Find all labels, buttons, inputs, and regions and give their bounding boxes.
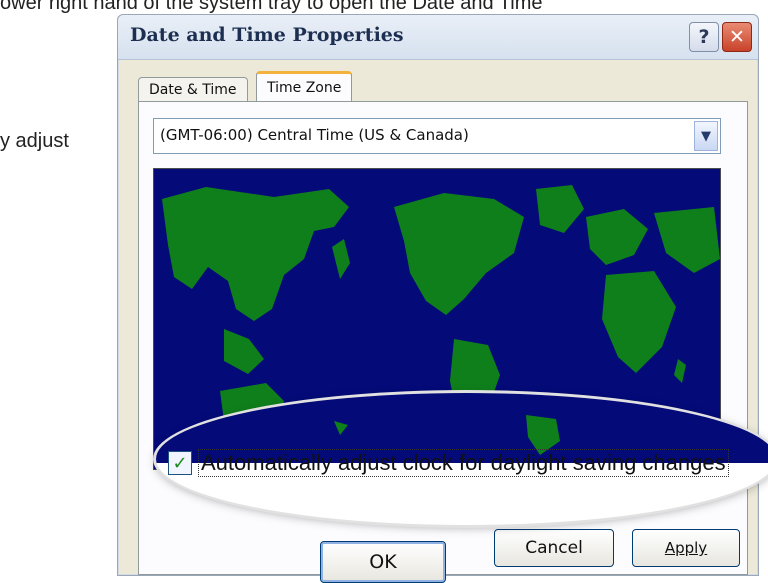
- help-button[interactable]: ?: [689, 22, 719, 52]
- land-madagascar: [674, 359, 686, 383]
- apply-button[interactable]: Apply: [632, 529, 740, 567]
- apply-label: Apply: [664, 539, 708, 557]
- magnifier-callout: ✓ Automatically adjust clock for dayligh…: [156, 393, 768, 525]
- daylight-saving-row[interactable]: ✓ Automatically adjust clock for dayligh…: [168, 449, 729, 477]
- time-zone-dropdown[interactable]: (GMT-06:00) Central Time (US & Canada) ▼: [153, 118, 721, 154]
- title-bar[interactable]: Date and Time Properties ? ✕: [118, 15, 758, 60]
- tab-date-time[interactable]: Date & Time: [138, 77, 248, 102]
- help-icon: ?: [698, 26, 710, 48]
- daylight-saving-checkbox[interactable]: ✓: [168, 451, 192, 475]
- ok-button[interactable]: OK: [320, 541, 446, 583]
- daylight-saving-label: Automatically adjust clock for daylight …: [198, 449, 729, 477]
- land-north-america: [394, 193, 524, 315]
- tab-time-zone[interactable]: Time Zone: [256, 71, 353, 104]
- date-time-properties-dialog: Date and Time Properties ? ✕ Date & Time…: [117, 14, 768, 583]
- land-africa: [602, 271, 676, 373]
- land-asia: [162, 187, 349, 321]
- document-text-top: ower right hand of the system tray to op…: [0, 0, 543, 14]
- dialog-title: Date and Time Properties: [130, 24, 404, 46]
- time-zone-value: (GMT-06:00) Central Time (US & Canada): [160, 126, 469, 144]
- land-eastern-asia-right: [654, 207, 720, 273]
- land-japan: [332, 239, 350, 279]
- land-southeast-asia-islands: [224, 329, 264, 374]
- checkmark-icon: ✓: [172, 452, 188, 473]
- close-icon: ✕: [729, 26, 745, 48]
- land-greenland: [536, 185, 584, 233]
- cancel-button[interactable]: Cancel: [494, 529, 614, 567]
- chevron-down-icon[interactable]: ▼: [694, 121, 718, 151]
- magnified-land-small-island: [334, 421, 348, 435]
- close-button[interactable]: ✕: [722, 22, 752, 52]
- document-text-left: y adjust: [0, 130, 69, 152]
- land-europe: [586, 209, 648, 265]
